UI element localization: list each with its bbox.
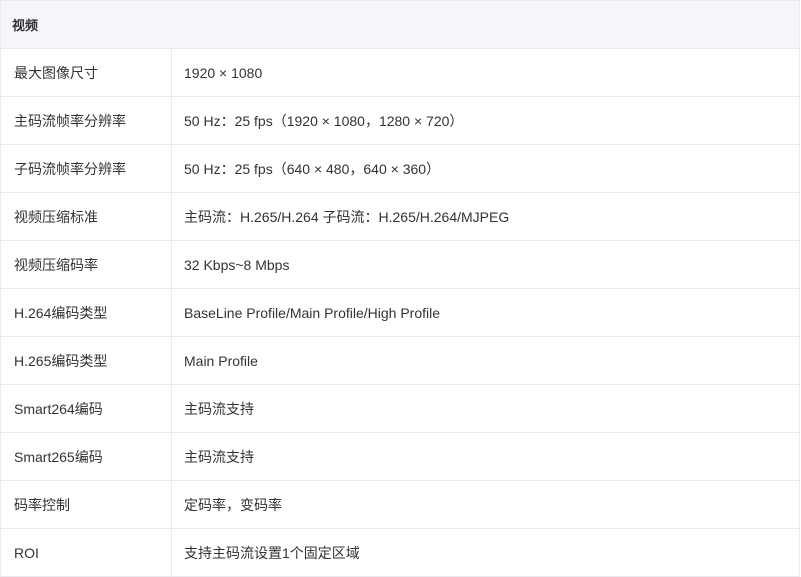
spec-label: 主码流帧率分辨率 [0,96,172,145]
spec-value: 32 Kbps~8 Mbps [170,240,801,289]
spec-label: 码率控制 [0,480,172,529]
spec-value: 定码率，变码率 [170,480,801,529]
spec-table: 视频 最大图像尺寸 1920 × 1080 主码流帧率分辨率 50 Hz：25 … [0,0,801,577]
spec-label: 子码流帧率分辨率 [0,144,172,193]
table-row: H.264编码类型 BaseLine Profile/Main Profile/… [0,288,801,337]
spec-value: 1920 × 1080 [170,48,801,97]
section-header-row: 视频 [0,0,801,49]
spec-value: Main Profile [170,336,801,385]
table-row: Smart265编码 主码流支持 [0,432,801,481]
spec-value: 支持主码流设置1个固定区域 [170,528,801,577]
table-row: 视频压缩码率 32 Kbps~8 Mbps [0,240,801,289]
spec-label: Smart265编码 [0,432,172,481]
table-row: 视频压缩标准 主码流：H.265/H.264 子码流：H.265/H.264/M… [0,192,801,241]
section-title: 视频 [0,0,801,49]
spec-label: 视频压缩码率 [0,240,172,289]
spec-label: H.264编码类型 [0,288,172,337]
spec-value: 50 Hz：25 fps（1920 × 1080，1280 × 720） [170,96,801,145]
table-row: H.265编码类型 Main Profile [0,336,801,385]
spec-value: 主码流支持 [170,384,801,433]
spec-label: 视频压缩标准 [0,192,172,241]
spec-label: 最大图像尺寸 [0,48,172,97]
spec-label: Smart264编码 [0,384,172,433]
spec-value: 主码流：H.265/H.264 子码流：H.265/H.264/MJPEG [170,192,801,241]
table-row: 子码流帧率分辨率 50 Hz：25 fps（640 × 480，640 × 36… [0,144,801,193]
table-row: 码率控制 定码率，变码率 [0,480,801,529]
spec-value: 主码流支持 [170,432,801,481]
table-row: Smart264编码 主码流支持 [0,384,801,433]
table-row: 主码流帧率分辨率 50 Hz：25 fps（1920 × 1080，1280 ×… [0,96,801,145]
spec-value: 50 Hz：25 fps（640 × 480，640 × 360） [170,144,801,193]
table-row: 最大图像尺寸 1920 × 1080 [0,48,801,97]
spec-label: ROI [0,528,172,577]
spec-value: BaseLine Profile/Main Profile/High Profi… [170,288,801,337]
table-row: ROI 支持主码流设置1个固定区域 [0,528,801,577]
spec-label: H.265编码类型 [0,336,172,385]
